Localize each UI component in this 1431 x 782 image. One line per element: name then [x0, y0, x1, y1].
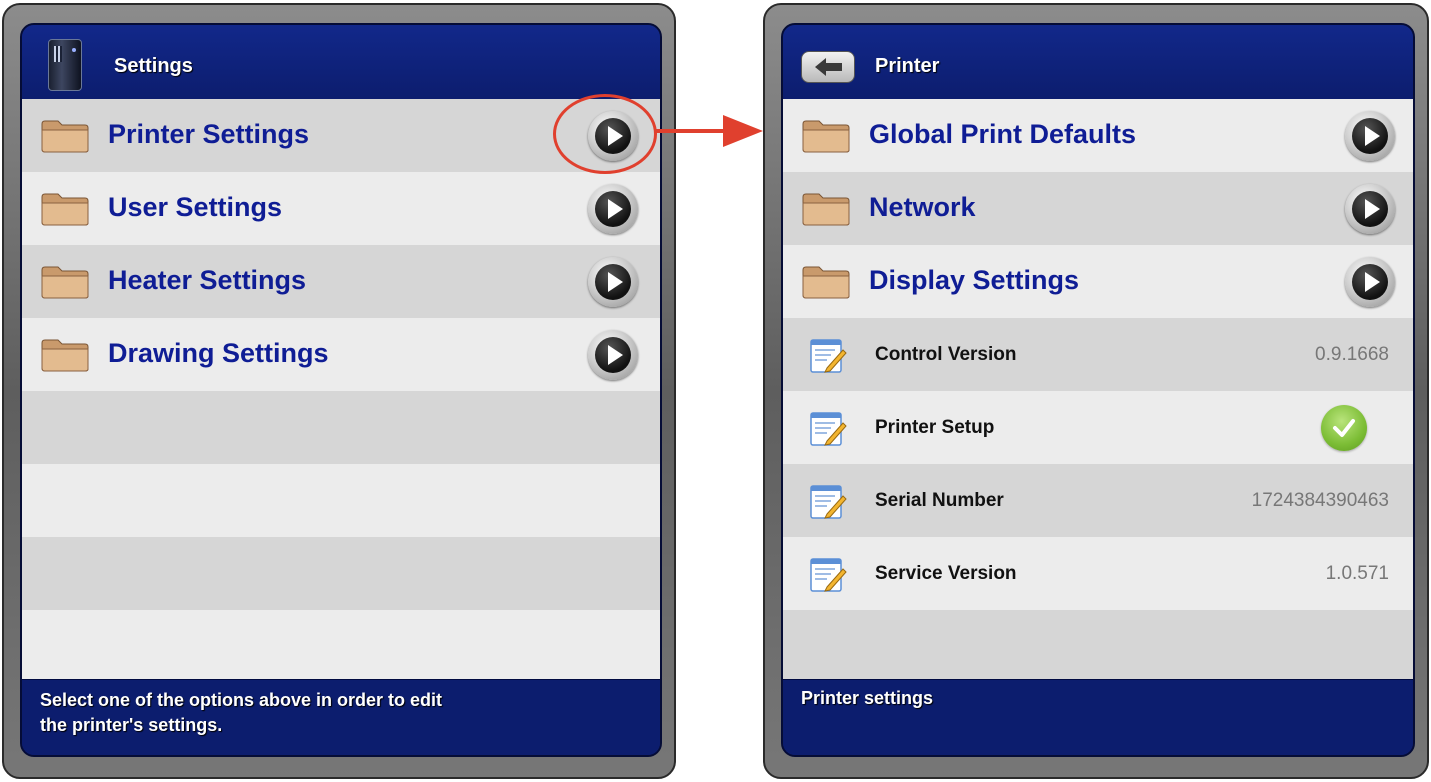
menu-item-label: Global Print Defaults: [869, 119, 1137, 149]
edit-document-icon: [810, 485, 847, 519]
help-text: Select one of the options above in order…: [40, 688, 560, 738]
edit-document-icon: [810, 412, 847, 446]
info-row-value: 0.9.1668: [1315, 344, 1389, 365]
menu-item-label: User Settings: [108, 192, 283, 222]
help-footer: Select one of the options above in order…: [22, 679, 660, 755]
printer-settings-list: Global Print Defaults Network Display Se…: [783, 99, 1413, 683]
settings-header: Settings: [22, 25, 660, 99]
menu-item-label: Heater Settings: [108, 265, 307, 295]
highlight-circle: [553, 94, 657, 174]
chevron-right-icon[interactable]: [588, 184, 638, 234]
help-footer: Printer settings: [783, 679, 1413, 755]
page-title: Settings: [114, 55, 193, 77]
printer-screen: Printer Global Print Defaults Network Di…: [781, 23, 1415, 757]
folder-icon: [802, 266, 850, 299]
chevron-right-icon[interactable]: [588, 257, 638, 307]
printer-screen-device: Printer Global Print Defaults Network Di…: [763, 3, 1429, 779]
info-row-label: Service Version: [875, 563, 1017, 584]
edit-document-icon: [810, 339, 847, 373]
info-row-printer-setup[interactable]: Printer Setup: [783, 391, 1413, 464]
folder-icon: [802, 193, 850, 226]
info-row-label: Control Version: [875, 344, 1017, 365]
help-text: Printer settings: [801, 688, 934, 708]
folder-icon: [41, 193, 89, 226]
info-row-label: Serial Number: [875, 490, 1004, 511]
menu-item-global-print-defaults[interactable]: Global Print Defaults: [783, 99, 1413, 172]
empty-row: [783, 610, 1413, 683]
chevron-right-icon[interactable]: [588, 330, 638, 380]
chevron-right-icon[interactable]: [1345, 111, 1395, 161]
menu-item-user-settings[interactable]: User Settings: [22, 172, 660, 245]
info-row-label: Printer Setup: [875, 417, 995, 438]
printer-icon: [48, 39, 82, 91]
info-row-value: 1724384390463: [1251, 490, 1389, 511]
empty-row: [22, 464, 660, 537]
info-row-value: 1.0.571: [1325, 563, 1389, 584]
menu-item-label: Drawing Settings: [108, 338, 329, 368]
chevron-right-icon[interactable]: [1345, 257, 1395, 307]
back-arrow-icon: [815, 58, 842, 76]
help-text-line: the printer's settings.: [40, 715, 223, 735]
info-row-serial-number[interactable]: Serial Number 1724384390463: [783, 464, 1413, 537]
menu-item-label: Network: [869, 192, 976, 222]
edit-document-icon: [810, 558, 847, 592]
menu-item-label: Printer Settings: [108, 119, 310, 149]
folder-icon: [41, 266, 89, 299]
printer-header: Printer: [783, 25, 1413, 99]
empty-row: [22, 391, 660, 464]
info-row-service-version[interactable]: Service Version 1.0.571: [783, 537, 1413, 610]
folder-icon: [41, 339, 89, 372]
menu-item-label: Display Settings: [869, 265, 1080, 295]
folder-icon: [41, 120, 89, 153]
empty-row: [22, 610, 660, 683]
folder-icon: [802, 120, 850, 153]
menu-item-network[interactable]: Network: [783, 172, 1413, 245]
info-row-control-version[interactable]: Control Version 0.9.1668: [783, 318, 1413, 391]
checkmark-icon: [1321, 405, 1367, 451]
menu-item-display-settings[interactable]: Display Settings: [783, 245, 1413, 318]
settings-list: Printer Settings User Settings Heater Se…: [22, 99, 660, 683]
page-title: Printer: [875, 55, 940, 77]
help-text-line: Select one of the options above in order…: [40, 690, 443, 710]
navigation-arrow-icon: [655, 115, 763, 147]
chevron-right-icon[interactable]: [1345, 184, 1395, 234]
menu-item-drawing-settings[interactable]: Drawing Settings: [22, 318, 660, 391]
menu-item-heater-settings[interactable]: Heater Settings: [22, 245, 660, 318]
back-button[interactable]: [801, 51, 855, 83]
empty-row: [22, 537, 660, 610]
